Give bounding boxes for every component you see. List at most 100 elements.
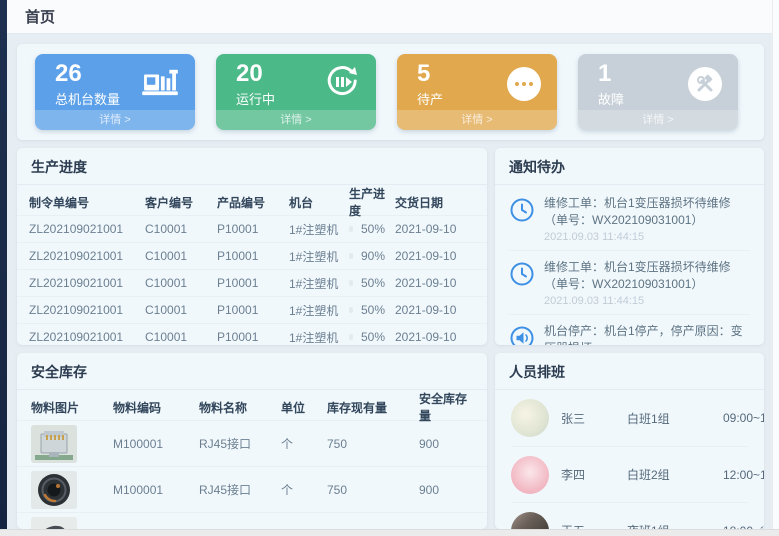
ellipsis-icon — [507, 67, 541, 101]
stat-card-total-machines[interactable]: 26 总机台数量 — [35, 54, 195, 130]
stat-card-fault[interactable]: 1 故障 详情 > — [578, 54, 738, 130]
stat-value: 1 — [598, 60, 624, 88]
stat-detail-link[interactable]: 详情 > — [35, 110, 195, 130]
production-table-header: 制令单编号 客户编号 产品编号 机台 生产进度 交货日期 — [17, 185, 487, 215]
progress-bar: 90% — [349, 249, 395, 263]
content-area: 26 总机台数量 — [7, 34, 772, 536]
progress-track — [349, 280, 353, 286]
column-header: 客户编号 — [145, 194, 217, 211]
notices-panel: 通知待办 维修工单：机台1变压器损坏待维修（单号：WX202109031001）… — [495, 148, 764, 345]
stat-value: 20 — [236, 60, 275, 88]
notice-text: 维修工单：机台1变压器损坏待维修（单号：WX202109031001） — [544, 259, 750, 294]
column-header: 生产进度 — [349, 185, 395, 219]
table-row: ZL202109021001 C10001 P10001 1#注塑机 50% 2… — [17, 215, 487, 242]
table-row: M100001 RJ45接口 个 750 900 — [17, 512, 487, 529]
delivery-date: 2021-09-10 — [395, 249, 475, 263]
stat-label: 待产 — [417, 89, 443, 108]
stat-card-text: 26 总机台数量 — [55, 60, 120, 108]
progress-bar: 50% — [349, 222, 395, 236]
column-header: 安全库存量 — [419, 390, 473, 424]
customer-number: C10001 — [145, 222, 217, 236]
stat-card-body: 20 运行中 — [216, 54, 376, 110]
stat-card-body: 5 待产 — [397, 54, 557, 110]
stat-card-text: 20 运行中 — [236, 60, 275, 108]
stat-label: 故障 — [598, 89, 624, 108]
column-header: 交货日期 — [395, 194, 475, 211]
dashboard-page: 首页 26 总机台数量 — [0, 0, 779, 536]
stat-detail-link[interactable]: 详情 > — [216, 110, 376, 130]
stat-card-running[interactable]: 20 运行中 详情 > — [216, 54, 376, 130]
clock-icon — [509, 261, 535, 307]
notice-content: 维修工单：机台1变压器损坏待维修（单号：WX202109031001） 2021… — [544, 195, 750, 243]
cone-speaker-image — [31, 517, 77, 530]
shift-name: 白班2组 — [627, 466, 723, 483]
column-header: 单位 — [281, 399, 327, 416]
notice-item[interactable]: 维修工单：机台1变压器损坏待维修（单号：WX202109031001） 2021… — [509, 251, 750, 315]
stat-card-text: 1 故障 — [598, 60, 624, 108]
shift-time: 12:00~16:00 — [723, 468, 764, 482]
stat-label: 运行中 — [236, 89, 275, 108]
material-code: M100001 — [113, 483, 199, 497]
schedule-panel: 人员排班 张三 白班1组 09:00~12:00 李四 白班2组 12:00~1… — [495, 353, 764, 529]
vertical-scrollbar[interactable] — [772, 0, 779, 536]
notice-item[interactable]: 维修工单：机台1变压器损坏待维修（单号：WX202109031001） 2021… — [509, 187, 750, 251]
machine-icon — [141, 67, 179, 102]
notice-content: 维修工单：机台1变压器损坏待维修（单号：WX202109031001） 2021… — [544, 259, 750, 307]
notice-text: 维修工单：机台1变压器损坏待维修（单号：WX202109031001） — [544, 195, 750, 230]
progress-percent: 50% — [361, 303, 385, 317]
safety-stock: 900 — [419, 437, 473, 451]
order-number: ZL202109021001 — [29, 276, 145, 290]
material-name: RJ45接口 — [199, 481, 281, 498]
order-number: ZL202109021001 — [29, 222, 145, 236]
horizontal-scrollbar[interactable] — [0, 529, 779, 536]
shift-name: 白班1组 — [627, 410, 723, 427]
stat-value: 26 — [55, 60, 120, 88]
safety-stock-panel: 安全库存 物料图片 物料编码 物料名称 单位 库存现有量 安全库存量 — [17, 353, 487, 529]
collapsed-sidebar-strip[interactable] — [0, 0, 7, 536]
person-name: 张三 — [561, 410, 627, 427]
table-row: M100001 RJ45接口 个 750 900 — [17, 466, 487, 512]
stat-card-waiting[interactable]: 5 待产 详情 > — [397, 54, 557, 130]
running-icon — [324, 64, 360, 105]
speaker-icon — [509, 325, 535, 345]
panel-title: 人员排班 — [495, 353, 764, 390]
tools-icon — [688, 67, 722, 101]
person-name: 王五 — [561, 522, 627, 529]
customer-number: C10001 — [145, 330, 217, 344]
round-speaker-image — [31, 471, 77, 509]
machine-name: 1#注塑机 — [289, 302, 349, 319]
avatar — [511, 512, 549, 530]
delivery-date: 2021-09-10 — [395, 222, 475, 236]
panel-title: 通知待办 — [495, 148, 764, 185]
notice-item[interactable]: 机台停产：机台1停产，停产原因：变压器损坏 2021.09.03 11:44:1… — [509, 315, 750, 345]
stat-detail-link[interactable]: 详情 > — [578, 110, 738, 130]
stats-panel: 26 总机台数量 — [17, 44, 764, 140]
panel-title: 生产进度 — [17, 148, 487, 185]
machine-name: 1#注塑机 — [289, 248, 349, 265]
schedule-list: 张三 白班1组 09:00~12:00 李四 白班2组 12:00~16:00 … — [495, 390, 764, 529]
column-header: 物料图片 — [31, 399, 113, 416]
product-number: P10001 — [217, 330, 289, 344]
table-row: ZL202109021001 C10001 P10001 1#注塑机 50% 2… — [17, 296, 487, 323]
material-code: M100001 — [113, 437, 199, 451]
avatar — [511, 399, 549, 437]
tab-home[interactable]: 首页 — [25, 6, 55, 27]
machine-name: 1#注塑机 — [289, 329, 349, 346]
notice-time: 2021.09.03 11:44:15 — [544, 295, 750, 307]
schedule-row: 王五 夜班1组 18:00~24:00 — [511, 502, 748, 529]
unit: 个 — [281, 481, 327, 498]
progress-percent: 90% — [361, 249, 385, 263]
notice-list: 维修工单：机台1变压器损坏待维修（单号：WX202109031001） 2021… — [495, 185, 764, 345]
current-stock: 750 — [327, 437, 419, 451]
product-number: P10001 — [217, 249, 289, 263]
avatar — [511, 456, 549, 494]
column-header: 制令单编号 — [29, 194, 145, 211]
column-header: 机台 — [289, 194, 349, 211]
stat-value: 5 — [417, 60, 443, 88]
stat-detail-link[interactable]: 详情 > — [397, 110, 557, 130]
schedule-row: 李四 白班2组 12:00~16:00 — [511, 446, 748, 502]
progress-percent: 50% — [361, 330, 385, 344]
top-tab-bar: 首页 — [7, 0, 772, 34]
progress-track — [349, 307, 353, 313]
product-number: P10001 — [217, 222, 289, 236]
